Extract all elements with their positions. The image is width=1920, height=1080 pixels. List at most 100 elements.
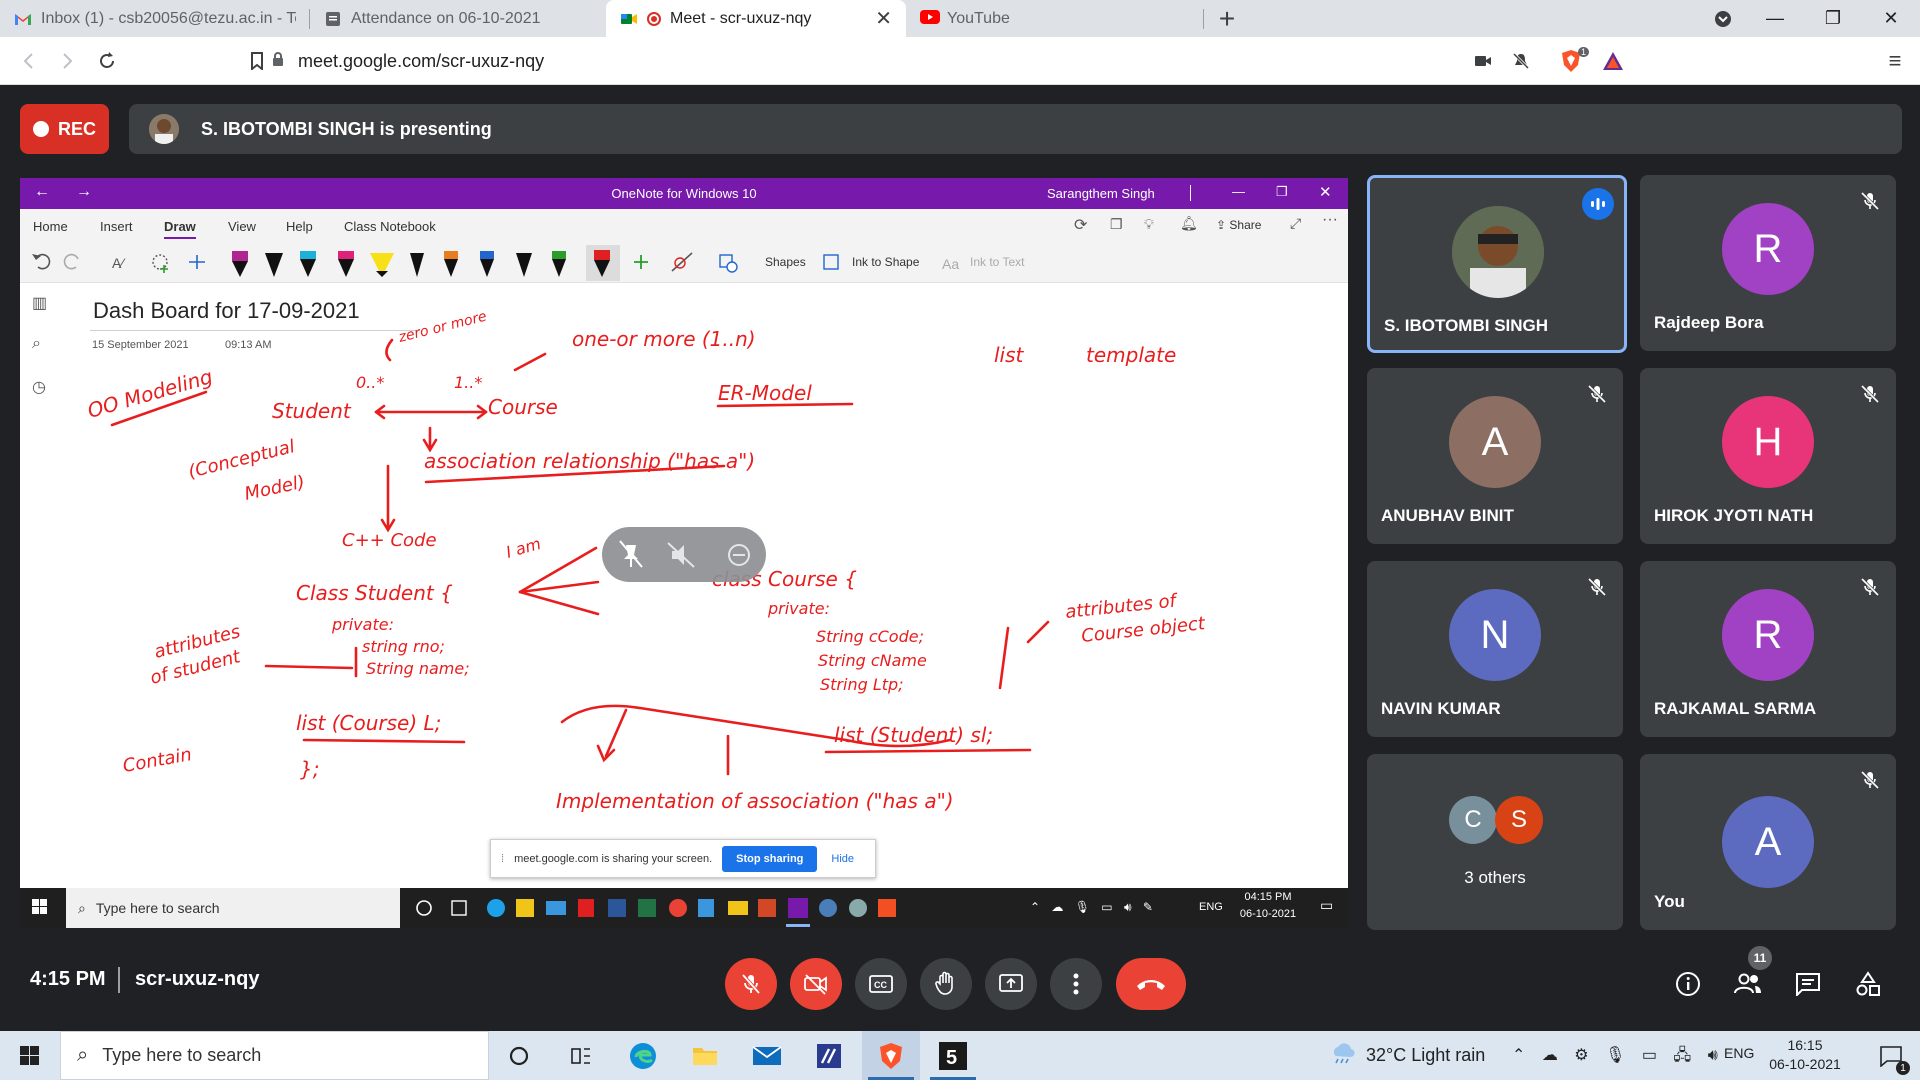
participants-button[interactable] bbox=[1728, 964, 1768, 1004]
add-pen-icon[interactable] bbox=[634, 255, 648, 269]
restore-icon[interactable]: ❐ bbox=[1810, 0, 1856, 37]
start-button[interactable] bbox=[0, 1031, 60, 1080]
undo-icon[interactable] bbox=[32, 253, 51, 270]
taskbar-app[interactable] bbox=[800, 1031, 858, 1080]
tile-rajdeep[interactable]: R Rajdeep Bora bbox=[1640, 175, 1896, 351]
onenote-close-icon[interactable]: ✕ bbox=[1319, 183, 1332, 201]
pen-black-3[interactable] bbox=[516, 253, 532, 277]
taskbar-search[interactable]: ⌕ Type here to search bbox=[60, 1031, 489, 1080]
tile-others[interactable]: C S 3 others bbox=[1367, 754, 1623, 930]
type-select-icon[interactable]: A⁄ bbox=[112, 255, 126, 271]
forward-icon[interactable] bbox=[52, 37, 82, 85]
tab-gmail[interactable]: Inbox (1) - csb20056@tezu.ac.in - Tez bbox=[0, 0, 310, 37]
leave-call-button[interactable] bbox=[1116, 958, 1186, 1010]
pen-green[interactable] bbox=[552, 251, 566, 277]
close-tab-icon[interactable]: ✕ bbox=[875, 6, 892, 31]
tile-ibotombi[interactable]: S. IBOTOMBI SINGH bbox=[1367, 175, 1627, 353]
camera-toggle-button[interactable] bbox=[790, 958, 842, 1010]
chat-button[interactable] bbox=[1788, 964, 1828, 1004]
shapes-label[interactable]: Shapes bbox=[765, 255, 806, 269]
add-space-icon[interactable] bbox=[189, 255, 205, 269]
stop-sharing-button[interactable]: Stop sharing bbox=[722, 845, 818, 872]
minimize-icon[interactable]: — bbox=[1752, 0, 1798, 37]
task-view-button[interactable] bbox=[552, 1031, 610, 1080]
ink-to-shape-label[interactable]: Ink to Shape bbox=[852, 255, 919, 269]
meeting-details-button[interactable] bbox=[1668, 964, 1708, 1004]
expand-icon[interactable]: ⤢ bbox=[1290, 215, 1301, 232]
lightbulb-icon[interactable]: 💡︎ bbox=[1144, 216, 1154, 233]
camera-in-use-icon[interactable] bbox=[1468, 37, 1498, 85]
pen-magenta[interactable] bbox=[338, 251, 354, 277]
lasso-icon[interactable] bbox=[152, 254, 168, 273]
ribbon-tab-help[interactable]: Help bbox=[286, 219, 313, 234]
taskbar-brave[interactable] bbox=[862, 1031, 920, 1080]
address-bar[interactable]: meet.google.com/scr-uxuz-nqy bbox=[272, 43, 1562, 79]
highlighter-yellow[interactable] bbox=[370, 253, 394, 277]
bell-icon[interactable]: 🔔︎ bbox=[1180, 215, 1198, 232]
tab-attendance[interactable]: Attendance on 06-10-2021 bbox=[310, 0, 606, 37]
raise-hand-button[interactable] bbox=[920, 958, 972, 1010]
recording-badge[interactable]: REC bbox=[20, 104, 109, 154]
new-tab-button[interactable]: + bbox=[1212, 0, 1242, 37]
notebooks-icon[interactable]: ▥ bbox=[32, 293, 47, 313]
pencil-black[interactable] bbox=[410, 253, 424, 277]
pen-black-1[interactable] bbox=[232, 251, 248, 277]
close-window-icon[interactable]: ✕ bbox=[1868, 0, 1914, 37]
brave-rewards-icon[interactable] bbox=[1598, 37, 1628, 85]
back-icon[interactable] bbox=[14, 37, 44, 85]
pen-black-2[interactable] bbox=[265, 253, 283, 277]
windows-start-icon[interactable] bbox=[32, 899, 48, 920]
tile-anubhav[interactable]: A ANUBHAV BINIT bbox=[1367, 368, 1623, 544]
mic-toggle-button[interactable] bbox=[725, 958, 777, 1010]
present-button[interactable] bbox=[985, 958, 1037, 1010]
menu-icon[interactable]: ≡ bbox=[1880, 37, 1910, 85]
ribbon-tab-class-notebook[interactable]: Class Notebook bbox=[344, 219, 436, 234]
drag-handle-icon[interactable]: ⁞ bbox=[501, 853, 504, 865]
tile-hirok[interactable]: H HIROK JYOTI NATH bbox=[1640, 368, 1896, 544]
action-center-button[interactable]: 1 bbox=[1866, 1031, 1916, 1080]
ink-to-text-label[interactable]: Ink to Text bbox=[970, 255, 1024, 269]
tab-meet[interactable]: Meet - scr-uxuz-nqy ✕ bbox=[606, 0, 906, 37]
taskbar-app-5[interactable]: 5 bbox=[924, 1031, 982, 1080]
reload-icon[interactable] bbox=[92, 37, 122, 85]
pin-off-icon[interactable] bbox=[619, 540, 643, 568]
taskbar-edge[interactable] bbox=[614, 1031, 672, 1080]
pen-blue[interactable] bbox=[480, 251, 494, 277]
remove-icon[interactable] bbox=[728, 544, 750, 566]
ribbon-tab-home[interactable]: Home bbox=[33, 219, 68, 234]
activities-button[interactable] bbox=[1848, 964, 1888, 1004]
weather-widget[interactable]: 32°C Light rain bbox=[1330, 1031, 1485, 1080]
ribbon-tab-view[interactable]: View bbox=[228, 219, 256, 234]
hide-button[interactable]: Hide bbox=[831, 853, 854, 865]
mute-off-icon[interactable] bbox=[667, 542, 695, 568]
ink-to-shape-icon[interactable] bbox=[823, 254, 839, 270]
pen-cyan[interactable] bbox=[300, 251, 316, 277]
search-icon[interactable]: ⌕ bbox=[32, 335, 41, 353]
tray-icons[interactable]: ⌃ ☁ 🎙︎ ▭ 🔊︎ ✎ bbox=[1030, 900, 1157, 915]
taskbar-mail[interactable] bbox=[738, 1031, 796, 1080]
shared-search-box[interactable]: ⌕ Type here to search bbox=[66, 888, 400, 928]
onenote-minimize-icon[interactable]: — bbox=[1232, 184, 1245, 199]
language-indicator[interactable]: ENG bbox=[1724, 1045, 1754, 1061]
more-options-button[interactable] bbox=[1050, 958, 1102, 1010]
more-icon[interactable]: ··· bbox=[1322, 211, 1338, 229]
onenote-page[interactable] bbox=[65, 283, 1348, 883]
captions-button[interactable]: CC bbox=[855, 958, 907, 1010]
tile-navin[interactable]: N NAVIN KUMAR bbox=[1367, 561, 1623, 737]
pen-red-selected[interactable] bbox=[586, 245, 620, 281]
pen-orange[interactable] bbox=[444, 251, 458, 277]
notifications-blocked-icon[interactable] bbox=[1506, 37, 1536, 85]
ribbon-tab-draw[interactable]: Draw bbox=[164, 219, 196, 239]
bookmark-icon[interactable] bbox=[244, 37, 270, 85]
clock[interactable]: 16:15 06-10-2021 bbox=[1765, 1036, 1845, 1074]
shared-notification-icon[interactable]: ▭ bbox=[1320, 897, 1333, 914]
ruler-icon[interactable] bbox=[671, 252, 693, 272]
cortana-button[interactable] bbox=[490, 1031, 548, 1080]
recent-icon[interactable]: ◷ bbox=[32, 377, 46, 397]
pages-icon[interactable]: ❐ bbox=[1110, 216, 1123, 233]
sync-icon[interactable]: ⟳ bbox=[1074, 215, 1087, 235]
redo-icon[interactable] bbox=[63, 253, 79, 270]
tile-you[interactable]: A You bbox=[1640, 754, 1896, 930]
onenote-restore-icon[interactable]: ❐ bbox=[1276, 184, 1288, 200]
share-button[interactable]: ⇪ Share bbox=[1216, 218, 1261, 232]
